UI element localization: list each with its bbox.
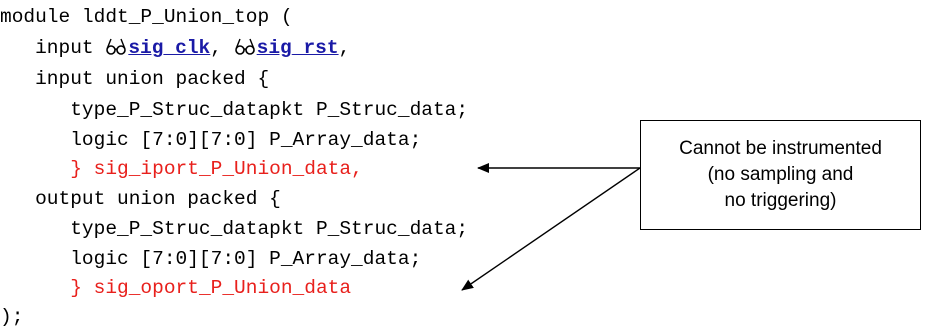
callout-line-3: no triggering) bbox=[724, 190, 837, 211]
code-line-6: } sig_iport_P_Union_data, bbox=[0, 156, 363, 182]
oport-union-declaration: } sig_oport_P_Union_data bbox=[70, 277, 352, 299]
callout-line-1: Cannot be instrumented bbox=[679, 138, 882, 159]
callout-box: Cannot be instrumented (no sampling and … bbox=[640, 120, 921, 230]
code-line-7: output union packed { bbox=[0, 188, 281, 210]
glasses-icon bbox=[234, 36, 256, 56]
code-line-9: logic [7:0][7:0] P_Array_data; bbox=[0, 248, 422, 270]
code-line-11: ); bbox=[0, 306, 24, 328]
code-line-10: } sig_oport_P_Union_data bbox=[0, 275, 351, 301]
line-comma: , bbox=[338, 37, 351, 59]
code-line-2: input sig_clk, sig_rst, bbox=[0, 35, 350, 61]
code-line-3: input union packed { bbox=[0, 68, 270, 90]
callout-line-2: (no sampling and bbox=[707, 164, 854, 185]
code-line-8: type_P_Struc_datapkt P_Struc_data; bbox=[0, 218, 469, 240]
sig-clk-link[interactable]: sig_clk bbox=[128, 37, 210, 59]
separator: , bbox=[210, 37, 234, 59]
code-line-1: module lddt_P_Union_top ( bbox=[0, 6, 293, 28]
arrow-to-oport bbox=[461, 167, 641, 291]
code-line-5: logic [7:0][7:0] P_Array_data; bbox=[0, 129, 422, 151]
sig-rst-link[interactable]: sig_rst bbox=[257, 37, 339, 59]
glasses-icon bbox=[105, 36, 127, 56]
input-keyword: input bbox=[0, 37, 106, 59]
iport-union-declaration: } sig_iport_P_Union_data, bbox=[70, 158, 363, 180]
code-line-4: type_P_Struc_datapkt P_Struc_data; bbox=[0, 99, 469, 121]
